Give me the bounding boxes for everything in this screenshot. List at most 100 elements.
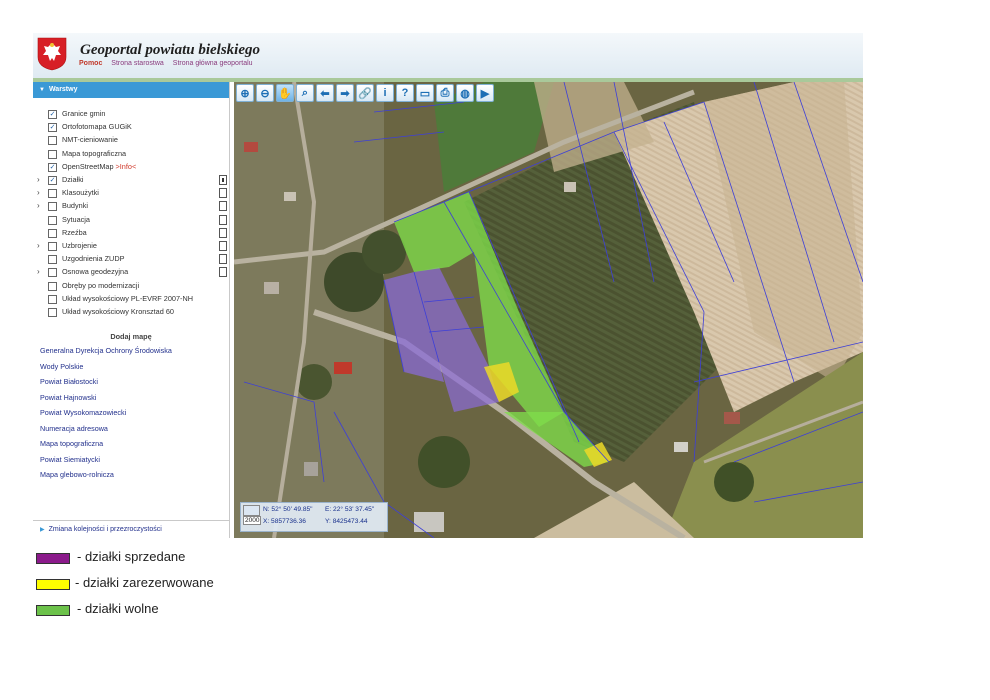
help-link[interactable]: Pomoc (79, 60, 102, 67)
coordinates-readout: 2000 N: 52° 50' 49.85" E: 22° 53' 37.45"… (240, 502, 388, 532)
county-office-link[interactable]: Strona starostwa (111, 60, 164, 67)
app-header: Geoportal powiatu bielskiego Pomoc Stron… (33, 33, 863, 78)
layer-checkbox[interactable] (48, 308, 57, 317)
add-map-link[interactable]: Powiat Hajnowski (40, 393, 96, 402)
add-map-link[interactable]: Numeracja adresowa (40, 424, 108, 433)
layer-row[interactable]: ✓ Ortofotomapa GUGiK (33, 121, 229, 134)
layer-checkbox[interactable] (48, 294, 57, 304)
layer-row[interactable]: ✓ Granice gmin (33, 108, 229, 121)
layer-checkbox[interactable]: ✓ (48, 162, 57, 172)
layer-checkbox[interactable] (48, 189, 57, 199)
add-map-link[interactable]: Mapa topograficzna (40, 439, 103, 448)
layer-label-text: Sytuacja (62, 214, 90, 224)
layer-row[interactable]: Układ wysokościowy PL-EVRF 2007-NH (33, 293, 229, 306)
zoom-in-icon[interactable]: ⊕ (236, 84, 254, 102)
layer-label-text: Ortofotomapa GUGiK (62, 122, 132, 132)
layer-row[interactable]: › Uzbrojenie (33, 240, 229, 253)
layer-checkbox[interactable] (48, 255, 57, 265)
add-map-link[interactable]: Powiat Białostocki (40, 377, 98, 386)
layer-legend-doc-icon[interactable] (219, 227, 227, 238)
collapse-caret-icon: ▼ (39, 87, 45, 93)
layers-title: Warstwy (48, 86, 78, 93)
geoportal-home-link[interactable]: Strona główna geoportalu (173, 60, 253, 67)
zoom-extent-icon[interactable]: ⌕ (296, 84, 314, 102)
layer-row[interactable]: Układ wysokościowy Kronsztad 60 (33, 306, 229, 319)
orthophoto-map-background (234, 82, 863, 538)
print-icon[interactable]: ⎙ (436, 84, 454, 102)
add-map-link[interactable]: Powiat Siemiatycki (40, 455, 100, 464)
layer-row[interactable]: › Budynki (33, 200, 229, 213)
layer-label: OpenStreetMap >Info< (62, 162, 136, 171)
layer-label: Klasoużytki (62, 188, 99, 197)
video-icon[interactable]: ▶ (476, 84, 494, 102)
add-map-link[interactable]: Mapa glebowo-rolnicza (40, 470, 114, 479)
layer-row[interactable]: Uzgodnienia ZUDP (33, 253, 229, 266)
info-icon[interactable]: i (376, 84, 394, 102)
measure-icon[interactable]: ▭ (416, 84, 434, 102)
app-title: Geoportal powiatu bielskiego (80, 42, 260, 58)
layer-checkbox[interactable] (48, 149, 57, 159)
expand-chevron-icon[interactable]: › (37, 175, 40, 184)
layer-row[interactable]: Obręby po modernizacji (33, 280, 229, 293)
layer-checkbox[interactable] (48, 281, 57, 291)
query-icon[interactable]: ? (396, 84, 414, 102)
back-arrow-icon[interactable]: ⬅ (316, 84, 334, 102)
layer-checkbox[interactable]: ✓ (48, 110, 57, 119)
expand-chevron-icon[interactable]: › (37, 267, 40, 276)
layer-row[interactable]: › ✓ Działki (33, 174, 229, 187)
layer-legend-doc-icon[interactable] (219, 254, 227, 265)
add-map-link[interactable]: Generalna Dyrekcja Ochrony Środowiska (40, 346, 172, 355)
layer-info-link[interactable]: >Info< (116, 162, 137, 171)
layer-checkbox[interactable] (48, 242, 57, 251)
globe-icon[interactable]: ◍ (456, 84, 474, 102)
add-map-link[interactable]: Powiat Wysokomazowiecki (40, 408, 126, 417)
expand-chevron-icon[interactable]: › (37, 241, 40, 250)
layer-row[interactable]: › Klasoużytki (33, 187, 229, 200)
layer-checkbox[interactable] (48, 136, 57, 146)
add-map-link[interactable]: Wody Polskie (40, 362, 83, 371)
expand-chevron-icon[interactable]: › (37, 188, 40, 197)
crs-epsg-label[interactable]: 2000 (243, 516, 262, 525)
forward-arrow-icon[interactable]: ➡ (336, 84, 354, 102)
layer-label: Rzeźba (62, 228, 87, 237)
coat-of-arms-logo (37, 37, 67, 71)
layer-legend-doc-icon[interactable] (219, 188, 227, 199)
layer-legend-doc-icon[interactable] (219, 201, 227, 212)
layer-row[interactable]: Sytuacja (33, 214, 229, 227)
layer-checkbox[interactable]: ✓ (48, 176, 57, 185)
expand-chevron-icon[interactable]: › (37, 201, 40, 210)
layer-order-panel-toggle[interactable]: ▶ Zmiana kolejności i przezroczystości (33, 520, 229, 538)
layer-row[interactable]: NMT-cieniowanie (33, 134, 229, 147)
gps-icon[interactable] (243, 505, 260, 516)
header-links: Pomoc Strona starostwa Strona główna geo… (79, 60, 260, 67)
layer-label-text: Osnowa geodezyjna (62, 267, 129, 277)
pan-hand-icon[interactable]: ✋ (276, 84, 294, 102)
layer-row[interactable]: Rzeźba (33, 227, 229, 240)
layer-checkbox[interactable] (48, 228, 57, 238)
layer-legend-doc-icon[interactable] (219, 214, 227, 225)
legend-swatch (36, 605, 70, 616)
layer-label-text: Mapa topograficzna (62, 148, 127, 158)
link-icon[interactable]: 🔗 (356, 84, 374, 102)
layer-checkbox[interactable] (48, 215, 57, 225)
layer-checkbox[interactable] (48, 268, 57, 278)
layer-label-text: Rzeźba (62, 227, 87, 237)
sidebar: ▼ Warstwy ✓ Granice gmin ✓ Ortofotomapa GUGi… (33, 82, 230, 538)
zoom-out-icon[interactable]: ⊖ (256, 84, 274, 102)
layer-legend-doc-icon[interactable] (219, 175, 227, 185)
longitude-readout: E: 22° 53' 37.45" (325, 506, 375, 513)
expand-caret-icon: ▶ (40, 527, 45, 533)
layer-row[interactable]: Mapa topograficzna (33, 148, 229, 161)
legend-label: - działki sprzedane (77, 549, 186, 564)
layer-checkbox[interactable] (48, 202, 57, 212)
layer-row[interactable]: › Osnowa geodezyjna (33, 266, 229, 279)
layers-panel-header[interactable]: ▼ Warstwy (33, 82, 229, 98)
latitude-readout: N: 52° 50' 49.85" (263, 506, 313, 513)
map-view[interactable]: ⊕ ⊖ ✋ ⌕ ⬅ ➡ 🔗 i? ▭ ⎙ ◍ ▶ 2000 N: 52° 50' 49.85" E: … (234, 82, 863, 538)
layer-label-text: OpenStreetMap (62, 161, 114, 171)
geoportal-window: Geoportal powiatu bielskiego Pomoc Stron… (33, 33, 863, 538)
layer-row[interactable]: ✓ OpenStreetMap >Info< (33, 161, 229, 174)
layer-legend-doc-icon[interactable] (219, 241, 227, 251)
layer-legend-doc-icon[interactable] (219, 267, 227, 278)
layer-checkbox[interactable]: ✓ (48, 123, 57, 133)
